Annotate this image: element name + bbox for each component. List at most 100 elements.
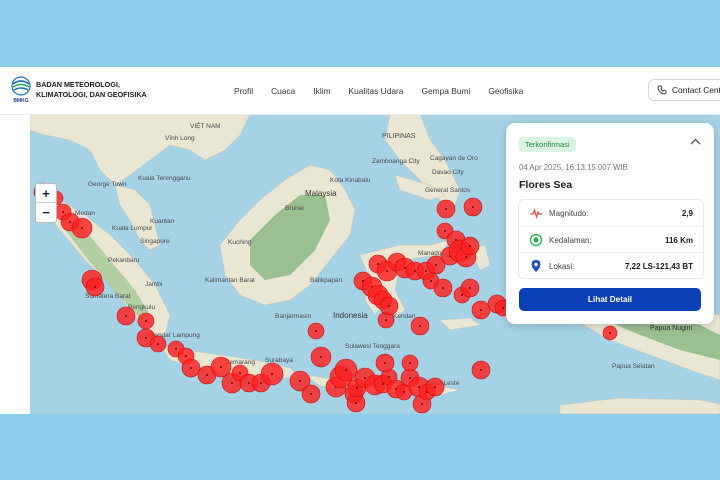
label-singapore: Singapore <box>140 238 170 245</box>
agency-name-line2: KLIMATOLOGI, DAN GEOFISIKA <box>36 89 147 99</box>
earthquake-epicenter-dot <box>260 382 262 384</box>
magnitude-value: 2,9 <box>681 208 693 218</box>
label-jambi: Jambi <box>145 281 162 288</box>
earthquake-epicenter-dot <box>69 221 71 223</box>
label-kuching: Kuching <box>228 239 252 246</box>
label-zamboanga: Zamboanga City <box>372 158 420 165</box>
earthquake-epicenter-dot <box>310 393 312 395</box>
label-pilipinas: PILIPINAS <box>382 133 416 140</box>
main-menu: Profil Cuaca Iklim Kualitas Udara Gempa … <box>234 67 541 114</box>
event-location: Flores Sea <box>519 179 573 191</box>
agency-name: BADAN METEOROLOGI, KLIMATOLOGI, DAN GEOF… <box>36 80 147 99</box>
contact-center-button[interactable]: Contact Center <box>648 79 720 101</box>
earthquake-epicenter-dot <box>609 332 611 334</box>
coordinates-row: Lokasi: 7,22 LS-121,43 BT <box>519 252 703 279</box>
svg-text:BMKG: BMKG <box>13 98 28 104</box>
label-papua-selatan: Papua Selatan <box>612 363 655 370</box>
earthquake-epicenter-dot <box>421 403 423 405</box>
label-indonesia: Indonesia <box>333 311 368 320</box>
nav-profil[interactable]: Profil <box>234 86 253 96</box>
earthquake-epicenter-dot <box>81 227 83 229</box>
earthquake-epicenter-dot <box>403 391 405 393</box>
earthquake-epicenter-dot <box>299 380 301 382</box>
earthquake-epicenter-dot <box>502 307 504 309</box>
contact-center-label: Contact Center <box>672 85 720 95</box>
label-kalimantan-barat: Kalimantan Barat <box>205 277 255 284</box>
view-detail-button[interactable]: Lihat Detail <box>519 288 701 311</box>
earthquake-epicenter-dot <box>94 286 96 288</box>
label-kendari: Kendari <box>393 313 415 320</box>
earthquake-epicenter-dot <box>435 264 437 266</box>
earthquake-epicenter-dot <box>320 356 322 358</box>
depth-value: 116 Km <box>664 235 693 245</box>
zoom-in-button[interactable]: + <box>36 184 56 202</box>
earthquake-epicenter-dot <box>388 305 390 307</box>
earthquake-epicenter-dot <box>465 256 467 258</box>
earthquake-epicenter-dot <box>434 386 436 388</box>
label-kuala-lumpur: Kuala Lumpur <box>112 225 153 232</box>
nav-iklim[interactable]: Iklim <box>313 86 330 96</box>
earthquake-epicenter-dot <box>442 287 444 289</box>
label-medan: Medan <box>75 210 95 217</box>
label-george-town: George Town <box>88 181 127 188</box>
earthquake-epicenter-dot <box>175 348 177 350</box>
earthquake-epicenter-dot <box>190 367 192 369</box>
earthquake-epicenter-dot <box>404 267 406 269</box>
earthquake-epicenter-dot <box>62 211 64 213</box>
earthquake-epicenter-dot <box>386 270 388 272</box>
top-navbar: BMKG BADAN METEOROLOGI, KLIMATOLOGI, DAN… <box>0 67 720 115</box>
label-banjarmasin: Banjarmasin <box>275 313 312 320</box>
chevron-up-icon[interactable] <box>690 138 701 146</box>
earthquake-epicenter-dot <box>430 280 432 282</box>
magnitude-label: Magnitudo: <box>549 208 589 218</box>
nav-cuaca[interactable]: Cuaca <box>271 86 295 96</box>
earthquake-epicenter-dot <box>414 270 416 272</box>
label-balikpapan: Balikpapan <box>310 277 343 284</box>
earthquake-epicenter-dot <box>480 369 482 371</box>
label-cagayan: Cagayan de Oro <box>430 155 478 162</box>
bmkg-logo: BMKG <box>11 76 31 104</box>
earthquake-epicenter-dot <box>271 373 273 375</box>
label-kuala-terengganu: Kuala Terengganu <box>138 175 191 182</box>
label-vinh-long: Vĩnh Long <box>165 135 195 142</box>
label-surabaya: Surabaya <box>265 357 293 364</box>
zoom-control: + − <box>35 183 57 223</box>
status-badge: Terkonfirmasi <box>519 137 576 152</box>
earthquake-epicenter-dot <box>377 263 379 265</box>
location-pin-icon <box>531 260 541 272</box>
coordinates-label: Lokasi: <box>549 261 575 271</box>
page-margin <box>0 114 30 414</box>
label-sulawesi-tenggara: Sulawesi Tenggara <box>345 343 400 350</box>
zoom-out-button[interactable]: − <box>36 202 56 221</box>
label-kuantan: Kuantan <box>150 218 175 225</box>
earthquake-epicenter-dot <box>419 325 421 327</box>
label-malaysia: Malaysia <box>305 189 337 198</box>
earthquake-epicenter-dot <box>384 362 386 364</box>
label-davao: Davao City <box>432 169 465 176</box>
earthquake-epicenter-dot <box>185 355 187 357</box>
nav-gempa-bumi[interactable]: Gempa Bumi <box>421 86 470 96</box>
event-datetime: 04 Apr 2025, 16:13:15.007 WIB <box>519 163 628 172</box>
event-details: Magnitudo: 2,9 Kedalaman: 116 Km Lokasi:… <box>518 199 704 279</box>
earthquake-epicenter-dot <box>157 343 159 345</box>
earthquake-epicenter-dot <box>239 372 241 374</box>
label-papua-nugini: Papua Nugini <box>650 325 692 332</box>
earthquake-epicenter-dot <box>315 330 317 332</box>
earthquake-epicenter-dot <box>388 376 390 378</box>
earthquake-epicenter-dot <box>461 294 463 296</box>
earthquake-epicenter-dot <box>425 270 427 272</box>
earthquake-epicenter-dot <box>145 337 147 339</box>
depth-label: Kedalaman: <box>549 235 592 245</box>
earthquake-epicenter-dot <box>409 377 411 379</box>
nav-kualitas-udara[interactable]: Kualitas Udara <box>349 86 404 96</box>
earthquake-epicenter-dot <box>220 366 222 368</box>
earthquake-info-card: Terkonfirmasi 04 Apr 2025, 16:13:15.007 … <box>506 123 714 324</box>
magnitude-row: Magnitudo: 2,9 <box>519 200 703 226</box>
earthquake-epicenter-dot <box>248 382 250 384</box>
depth-row: Kedalaman: 116 Km <box>519 226 703 253</box>
earthquake-epicenter-dot <box>472 206 474 208</box>
earthquake-epicenter-dot <box>231 382 233 384</box>
nav-geofisika[interactable]: Geofisika <box>488 86 523 96</box>
label-brunei: Brunei <box>285 205 304 212</box>
label-pekanbaru: Pekanbaru <box>108 257 140 264</box>
